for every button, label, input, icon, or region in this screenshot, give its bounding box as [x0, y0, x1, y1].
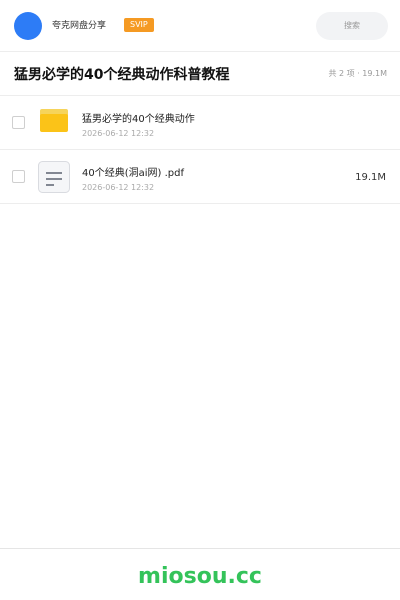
share-summary: 共 2 项 · 19.1M [328, 69, 387, 78]
avatar[interactable] [14, 12, 42, 40]
file-name[interactable]: 猛男必学的40个经典动作 [82, 113, 195, 126]
file-checkbox[interactable] [12, 116, 25, 129]
file-row[interactable]: 40个经典(洞ai网) .pdf 2026-06-12 12:32 19.1M [0, 150, 400, 204]
file-name[interactable]: 40个经典(洞ai网) .pdf [82, 167, 184, 180]
site-link[interactable]: miosou.cc [0, 563, 400, 591]
file-date: 2026-06-12 12:32 [82, 129, 155, 138]
folder-icon [37, 106, 71, 140]
file-date: 2026-06-12 12:32 [82, 183, 155, 192]
share-title-bar: 猛男必学的40个经典动作科普教程 共 2 项 · 19.1M [0, 52, 400, 96]
document-icon [37, 160, 71, 194]
brand-name: 夸克网盘分享 [52, 21, 107, 31]
svip-badge: SVIP [124, 18, 154, 32]
file-checkbox[interactable] [12, 170, 25, 183]
file-size: 19.1M [355, 172, 386, 183]
header: 夸克网盘分享 SVIP 搜索 [0, 0, 400, 52]
file-row[interactable]: 猛男必学的40个经典动作 2026-06-12 12:32 [0, 96, 400, 150]
search-button[interactable]: 搜索 [316, 12, 388, 40]
footer: miosou.cc [0, 548, 400, 600]
share-title: 猛男必学的40个经典动作科普教程 [14, 67, 230, 83]
share-page: 夸克网盘分享 SVIP 搜索 猛男必学的40个经典动作科普教程 共 2 项 · … [0, 0, 400, 600]
